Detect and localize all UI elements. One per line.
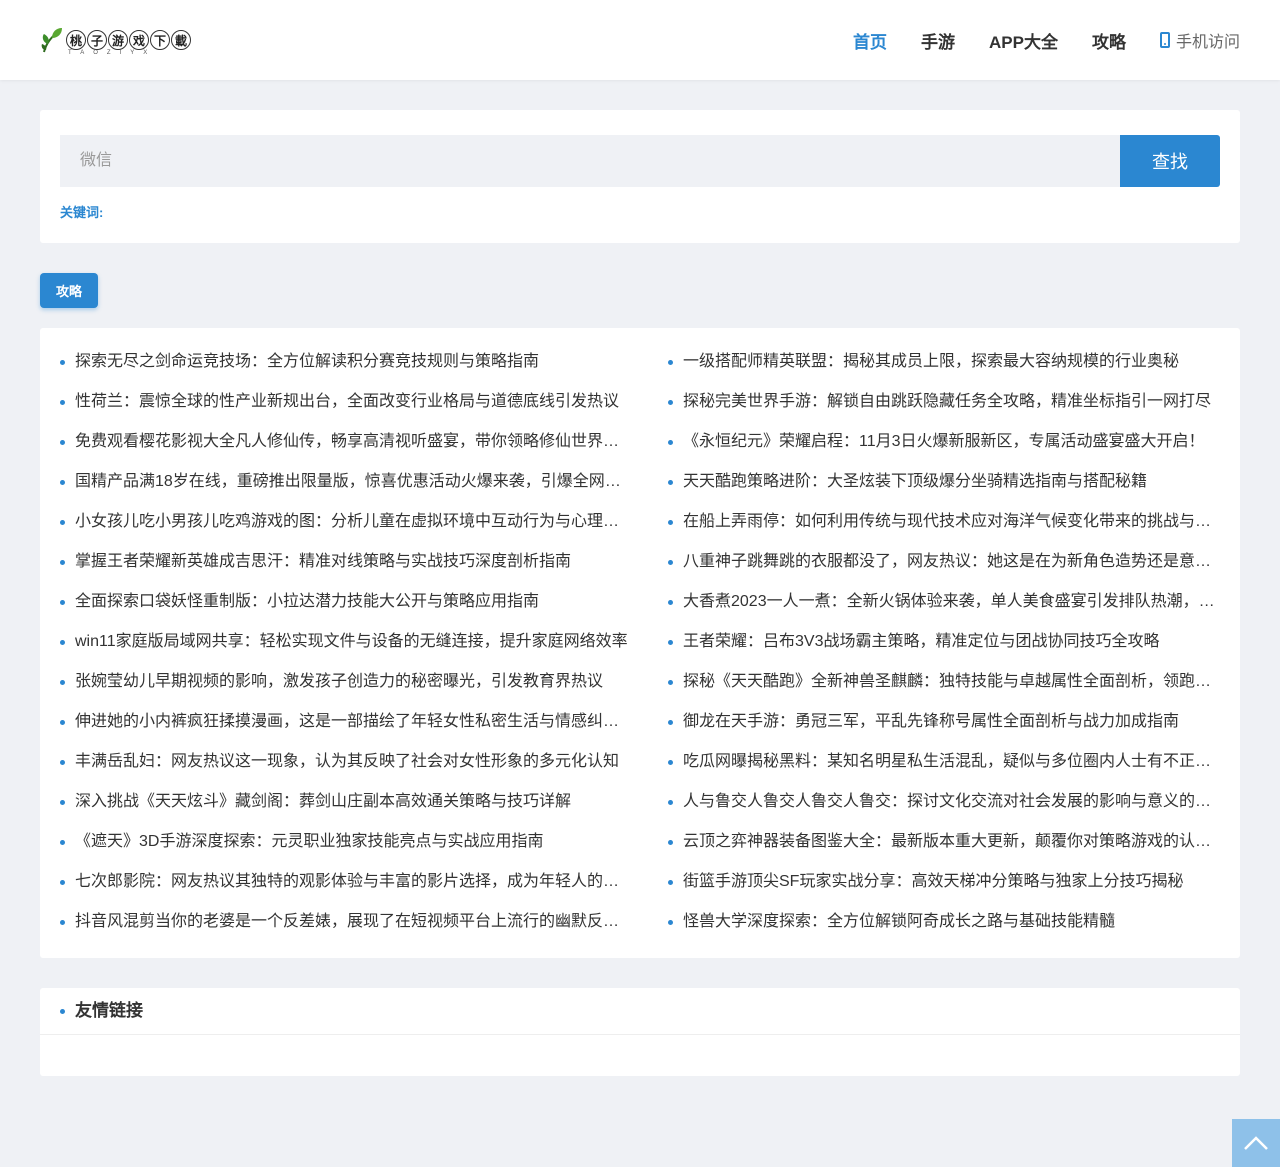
article-column-right: 一级搭配师精英联盟：揭秘其成员上限，探索最大容纳规模的行业奥秘 探秘完美世界手游：… xyxy=(668,342,1224,942)
article-link[interactable]: 八重神子跳舞跳的衣服都没了，网友热议：她这是在为新角色造势还是意外走光 xyxy=(668,542,1224,582)
article-link[interactable]: 小女孩儿吃小男孩儿吃鸡游戏的图：分析儿童在虚拟环境中互动行为与心理发展 xyxy=(60,502,630,542)
section-tag-guides[interactable]: 攻略 xyxy=(40,273,98,308)
main-nav: 首页 手游 APP大全 攻略 手机访问 xyxy=(819,0,1240,80)
article-link[interactable]: 全面探索口袋妖怪重制版：小拉达潜力技能大公开与策略应用指南 xyxy=(60,582,630,622)
logo-char: 載 xyxy=(171,30,191,50)
nav-apps[interactable]: APP大全 xyxy=(989,28,1058,53)
logo-char: 戏 xyxy=(129,30,149,50)
article-link[interactable]: 免费观看樱花影视大全凡人修仙传，畅享高清视听盛宴，带你领略修仙世界的奇幻魅力 xyxy=(60,422,630,462)
article-link[interactable]: 丰满岳乱妇：网友热议这一现象，认为其反映了社会对女性形象的多元化认知 xyxy=(60,742,630,782)
article-link[interactable]: 国精产品满18岁在线，重磅推出限量版，惊喜优惠活动火爆来袭，引爆全网热潮 xyxy=(60,462,630,502)
nav-guides[interactable]: 攻略 xyxy=(1092,28,1126,53)
article-link[interactable]: 天天酷跑策略进阶：大圣炫装下顶级爆分坐骑精选指南与搭配秘籍 xyxy=(668,462,1224,502)
article-link[interactable]: 掌握王者荣耀新英雄成吉思汗：精准对线策略与实战技巧深度剖析指南 xyxy=(60,542,630,582)
article-link[interactable]: 在船上弄雨停：如何利用传统与现代技术应对海洋气候变化带来的挑战与机遇 xyxy=(668,502,1224,542)
keywords-label: 关键词: xyxy=(60,205,104,220)
article-link[interactable]: 街篮手游顶尖SF玩家实战分享：高效天梯冲分策略与独家上分技巧揭秘 xyxy=(668,862,1224,902)
logo-char: 下 xyxy=(150,30,170,50)
site-logo[interactable]: 桃 子 游 戏 下 載 TAOZIYX xyxy=(40,26,191,56)
article-list: 探索无尽之剑命运竞技场：全方位解读积分赛竞技规则与策略指南 性荷兰：震惊全球的性产… xyxy=(40,328,1240,958)
article-link[interactable]: 探索无尽之剑命运竞技场：全方位解读积分赛竞技规则与策略指南 xyxy=(60,342,630,382)
article-link[interactable]: 《永恒纪元》荣耀启程：11月3日火爆新服新区，专属活动盛宴盛大开启！ xyxy=(668,422,1224,462)
search-input[interactable] xyxy=(60,135,1120,187)
article-link[interactable]: 大香煮2023一人一煮：全新火锅体验来袭，单人美食盛宴引发排队热潮，网友直呼过瘾 xyxy=(668,582,1224,622)
article-link[interactable]: 七次郎影院：网友热议其独特的观影体验与丰富的影片选择，成为年轻人的新宠 xyxy=(60,862,630,902)
article-link[interactable]: 深入挑战《天天炫斗》藏剑阁：葬剑山庄副本高效通关策略与技巧详解 xyxy=(60,782,630,822)
article-link[interactable]: 云顶之弈神器装备图鉴大全：最新版本重大更新，颠覆你对策略游戏的认知与玩法 xyxy=(668,822,1224,862)
search-panel: 查找 关键词: xyxy=(40,110,1240,243)
friend-links-title: 友情链接 xyxy=(40,988,1240,1035)
phone-icon xyxy=(1159,32,1170,48)
article-link[interactable]: 张婉莹幼儿早期视频的影响，激发孩子创造力的秘密曝光，引发教育界热议 xyxy=(60,662,630,702)
article-link[interactable]: 人与鲁交人鲁交人鲁交人鲁交：探讨文化交流对社会发展的影响与意义的深度分析 xyxy=(668,782,1224,822)
mobile-visit-link[interactable]: 手机访问 xyxy=(1159,28,1240,52)
article-link[interactable]: win11家庭版局域网共享：轻松实现文件与设备的无缝连接，提升家庭网络效率 xyxy=(60,622,630,662)
article-link[interactable]: 吃瓜网曝揭秘黑料：某知名明星私生活混乱，疑似与多位圈内人士有不正当关系 xyxy=(668,742,1224,782)
article-link[interactable]: 探秘《天天酷跑》全新神兽圣麒麟：独特技能与卓越属性全面剖析，领跑新纪元 xyxy=(668,662,1224,702)
logo-char: 子 xyxy=(87,30,107,50)
article-link[interactable]: 王者荣耀：吕布3V3战场霸主策略，精准定位与团战协同技巧全攻略 xyxy=(668,622,1224,662)
friend-links-panel: 友情链接 xyxy=(40,988,1240,1076)
back-to-top-button[interactable] xyxy=(1232,1119,1280,1167)
article-column-left: 探索无尽之剑命运竞技场：全方位解读积分赛竞技规则与策略指南 性荷兰：震惊全球的性产… xyxy=(60,342,630,942)
mobile-visit-label: 手机访问 xyxy=(1175,34,1240,51)
nav-mobile-games[interactable]: 手游 xyxy=(921,28,955,53)
logo-subtitle: TAOZIYX xyxy=(68,50,157,56)
chevron-up-icon xyxy=(1244,1136,1268,1150)
article-link[interactable]: 抖音风混剪当你的老婆是一个反差婊，展现了在短视频平台上流行的幽默反转内容 xyxy=(60,902,630,942)
leaf-icon xyxy=(40,26,64,54)
article-link[interactable]: 伸进她的小内裤疯狂揉摸漫画，这是一部描绘了年轻女性私密生活与情感纠葛的作品 xyxy=(60,702,630,742)
site-header: 桃 子 游 戏 下 載 TAOZIYX 首页 手游 APP大全 攻略 手机访问 xyxy=(0,0,1280,80)
article-link[interactable]: 性荷兰：震惊全球的性产业新规出台，全面改变行业格局与道德底线引发热议 xyxy=(60,382,630,422)
article-link[interactable]: 一级搭配师精英联盟：揭秘其成员上限，探索最大容纳规模的行业奥秘 xyxy=(668,342,1224,382)
logo-char: 游 xyxy=(108,30,128,50)
article-link[interactable]: 御龙在天手游：勇冠三军，平乱先锋称号属性全面剖析与战力加成指南 xyxy=(668,702,1224,742)
logo-text: 桃 子 游 戏 下 載 xyxy=(66,30,191,50)
article-link[interactable]: 探秘完美世界手游：解锁自由跳跃隐藏任务全攻略，精准坐标指引一网打尽 xyxy=(668,382,1224,422)
article-link[interactable]: 怪兽大学深度探索：全方位解锁阿奇成长之路与基础技能精髓 xyxy=(668,902,1224,942)
article-link[interactable]: 《遮天》3D手游深度探索：元灵职业独家技能亮点与实战应用指南 xyxy=(60,822,630,862)
search-button[interactable]: 查找 xyxy=(1120,135,1220,187)
logo-char: 桃 xyxy=(66,30,86,50)
nav-home[interactable]: 首页 xyxy=(853,28,887,53)
